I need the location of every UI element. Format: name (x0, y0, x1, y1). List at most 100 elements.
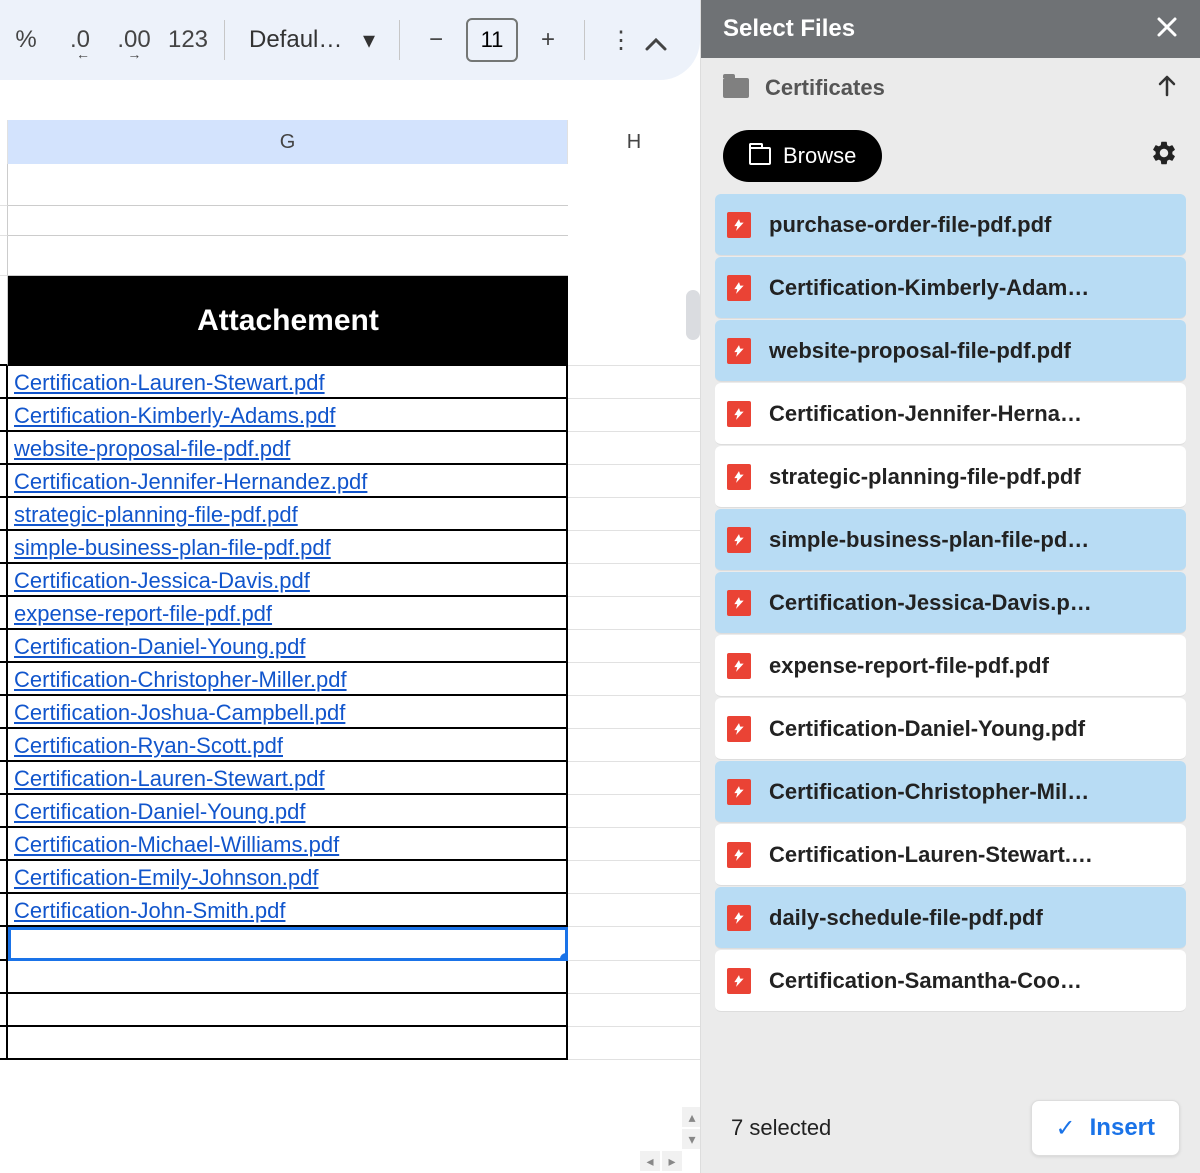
scroll-left-button[interactable]: ◂ (640, 1151, 660, 1171)
file-item[interactable]: strategic-planning-file-pdf.pdf (715, 446, 1186, 508)
file-name-label: Certification-Samantha-Coo… (769, 968, 1174, 994)
attachment-link-cell[interactable]: strategic-planning-file-pdf.pdf (8, 498, 568, 531)
file-item[interactable]: simple-business-plan-file-pd… (715, 509, 1186, 571)
chevron-up-icon (645, 37, 667, 51)
number-format-button[interactable]: 123 (164, 16, 212, 64)
file-item[interactable]: Certification-Jessica-Davis.p… (715, 572, 1186, 634)
file-item[interactable]: expense-report-file-pdf.pdf (715, 635, 1186, 697)
panel-actions: Browse (701, 118, 1200, 194)
empty-row[interactable] (0, 236, 700, 276)
table-row[interactable]: simple-business-plan-file-pdf.pdf (0, 531, 700, 564)
browse-button[interactable]: Browse (723, 130, 882, 182)
table-row[interactable]: Certification-Jennifer-Hernandez.pdf (0, 465, 700, 498)
empty-table-row[interactable] (0, 994, 700, 1027)
attachment-link-cell[interactable]: Certification-Lauren-Stewart.pdf (8, 366, 568, 399)
panel-titlebar: Select Files (701, 0, 1200, 58)
kebab-icon: ⋮ (609, 26, 633, 55)
panel-title-text: Select Files (723, 15, 855, 43)
attachment-link-cell[interactable]: Certification-Jessica-Davis.pdf (8, 564, 568, 597)
attachment-link-cell[interactable]: Certification-Daniel-Young.pdf (8, 795, 568, 828)
attachment-link-cell[interactable]: Certification-Lauren-Stewart.pdf (8, 762, 568, 795)
spreadsheet-area: G H Attachement Certification-Lauren-Ste… (0, 120, 700, 1173)
file-name-label: Certification-Jennifer-Herna… (769, 401, 1174, 427)
attachment-header-cell: Attachement (8, 276, 568, 366)
empty-row[interactable] (0, 206, 700, 236)
table-row[interactable]: strategic-planning-file-pdf.pdf (0, 498, 700, 531)
settings-button[interactable] (1150, 139, 1178, 174)
empty-table-row[interactable] (0, 961, 700, 994)
scroll-up-button[interactable]: ▴ (682, 1107, 702, 1127)
table-row[interactable]: Certification-Emily-Johnson.pdf (0, 861, 700, 894)
file-name-label: Certification-Kimberly-Adam… (769, 275, 1174, 301)
file-item[interactable]: Certification-Jennifer-Herna… (715, 383, 1186, 445)
selected-cell[interactable] (0, 927, 700, 961)
attachment-link-cell[interactable]: Certification-Michael-Williams.pdf (8, 828, 568, 861)
attachment-link-cell[interactable]: expense-report-file-pdf.pdf (8, 597, 568, 630)
collapse-toolbar-button[interactable] (632, 20, 680, 68)
navigate-up-button[interactable] (1156, 73, 1178, 104)
folder-icon (723, 78, 749, 98)
column-header-h[interactable]: H (568, 120, 700, 164)
table-row[interactable]: Certification-Michael-Williams.pdf (0, 828, 700, 861)
attachment-link-cell[interactable]: Certification-John-Smith.pdf (8, 894, 568, 927)
table-row[interactable]: Certification-Kimberly-Adams.pdf (0, 399, 700, 432)
attachment-link-cell[interactable]: Certification-Emily-Johnson.pdf (8, 861, 568, 894)
column-header-g[interactable]: G (8, 120, 568, 164)
percent-format-button[interactable]: % (2, 16, 50, 64)
file-name-label: strategic-planning-file-pdf.pdf (769, 464, 1174, 490)
pdf-icon (727, 653, 751, 679)
table-row[interactable]: Certification-Lauren-Stewart.pdf (0, 762, 700, 795)
table-row[interactable]: Certification-Lauren-Stewart.pdf (0, 366, 700, 399)
table-row[interactable]: Certification-Daniel-Young.pdf (0, 630, 700, 663)
increase-font-button[interactable]: + (524, 16, 572, 64)
table-row[interactable]: Certification-John-Smith.pdf (0, 894, 700, 927)
file-name-label: website-proposal-file-pdf.pdf (769, 338, 1174, 364)
pdf-icon (727, 338, 751, 364)
table-row[interactable]: expense-report-file-pdf.pdf (0, 597, 700, 630)
attachment-link-cell[interactable]: Certification-Kimberly-Adams.pdf (8, 399, 568, 432)
scroll-right-button[interactable]: ▸ (662, 1151, 682, 1171)
attachment-link-cell[interactable]: Certification-Joshua-Campbell.pdf (8, 696, 568, 729)
scroll-down-button[interactable]: ▾ (682, 1129, 702, 1149)
toolbar-separator (399, 20, 400, 60)
file-item[interactable]: website-proposal-file-pdf.pdf (715, 320, 1186, 382)
table-row[interactable]: website-proposal-file-pdf.pdf (0, 432, 700, 465)
toolbar-separator (224, 20, 225, 60)
decrease-decimal-button[interactable]: .0 ← (56, 16, 104, 64)
vertical-scrollbar-thumb[interactable] (686, 290, 700, 340)
table-row[interactable]: Certification-Jessica-Davis.pdf (0, 564, 700, 597)
font-size-input[interactable] (466, 18, 518, 62)
file-item[interactable]: Certification-Samantha-Coo… (715, 950, 1186, 1012)
file-item[interactable]: Certification-Christopher-Mil… (715, 761, 1186, 823)
table-row[interactable]: Certification-Daniel-Young.pdf (0, 795, 700, 828)
empty-row[interactable] (0, 164, 700, 206)
file-name-label: simple-business-plan-file-pd… (769, 527, 1174, 553)
breadcrumb-label: Certificates (765, 75, 885, 101)
attachment-link-cell[interactable]: Certification-Ryan-Scott.pdf (8, 729, 568, 762)
table-row[interactable]: Certification-Christopher-Miller.pdf (0, 663, 700, 696)
pdf-icon (727, 779, 751, 805)
formatting-toolbar: % .0 ← .00 → 123 Defaul… ▾ − + ⋮ (0, 0, 700, 80)
increase-decimal-button[interactable]: .00 → (110, 16, 158, 64)
folder-outline-icon (749, 147, 771, 165)
table-row[interactable]: Certification-Ryan-Scott.pdf (0, 729, 700, 762)
file-item[interactable]: purchase-order-file-pdf.pdf (715, 194, 1186, 256)
pdf-icon (727, 968, 751, 994)
close-panel-button[interactable] (1156, 13, 1178, 45)
empty-table-row[interactable] (0, 1027, 700, 1060)
file-item[interactable]: Certification-Daniel-Young.pdf (715, 698, 1186, 760)
file-item[interactable]: daily-schedule-file-pdf.pdf (715, 887, 1186, 949)
attachment-link-cell[interactable]: Certification-Jennifer-Hernandez.pdf (8, 465, 568, 498)
attachment-link-cell[interactable]: Certification-Christopher-Miller.pdf (8, 663, 568, 696)
decrease-font-button[interactable]: − (412, 16, 460, 64)
insert-button[interactable]: ✓ Insert (1031, 1100, 1180, 1156)
file-item[interactable]: Certification-Kimberly-Adam… (715, 257, 1186, 319)
attachment-link-cell[interactable]: Certification-Daniel-Young.pdf (8, 630, 568, 663)
table-row[interactable]: Certification-Joshua-Campbell.pdf (0, 696, 700, 729)
attachment-link-cell[interactable]: website-proposal-file-pdf.pdf (8, 432, 568, 465)
pdf-icon (727, 212, 751, 238)
attachment-link-cell[interactable]: simple-business-plan-file-pdf.pdf (8, 531, 568, 564)
file-item[interactable]: Certification-Lauren-Stewart.… (715, 824, 1186, 886)
font-family-select[interactable]: Defaul… ▾ (237, 16, 387, 64)
table-header-row[interactable]: Attachement (0, 276, 700, 366)
